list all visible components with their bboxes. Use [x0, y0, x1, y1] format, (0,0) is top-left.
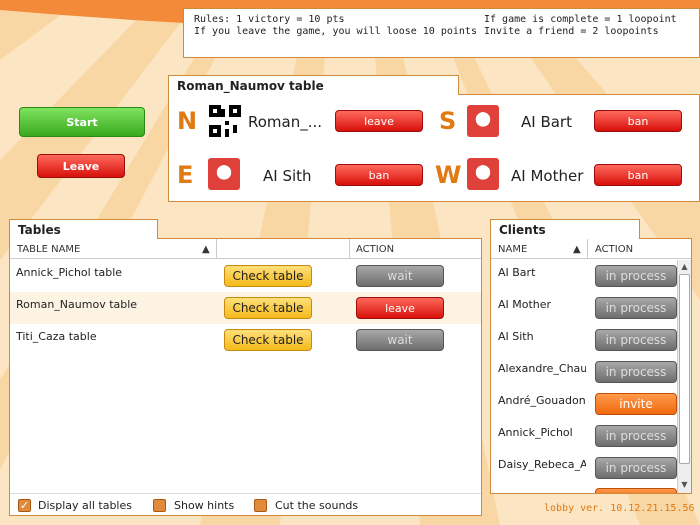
scroll-down-arrow-icon[interactable]: ▼ — [680, 480, 689, 489]
in-process-button[interactable]: in process — [595, 457, 677, 479]
column-divider — [349, 239, 350, 259]
seat-s-ban-button[interactable]: ban — [594, 110, 682, 132]
in-process-button[interactable]: in process — [595, 361, 677, 383]
seat-n-leave-button[interactable]: leave — [335, 110, 423, 132]
clients-scrollbar[interactable]: ▲ ▼ — [677, 260, 691, 493]
check-table-button[interactable]: Check table — [224, 297, 312, 319]
bird-avatar-w — [467, 158, 499, 190]
seat-letter-w: W — [435, 161, 462, 189]
action-column-header: ACTION — [595, 244, 634, 255]
table-row: Annick_Pichol table Check table wait — [10, 260, 481, 292]
bird-avatar-s — [467, 105, 499, 137]
sort-arrow-icon[interactable]: ▲ — [573, 244, 581, 255]
column-divider — [216, 239, 217, 259]
cut-sounds-label: Cut the sounds — [275, 499, 359, 512]
wait-button[interactable]: wait — [356, 329, 444, 351]
clients-header: NAME ▲ ACTION — [491, 239, 691, 259]
seat-e-ban-button[interactable]: ban — [335, 164, 423, 186]
table-name-column-header[interactable]: TABLE NAME — [17, 244, 80, 255]
name-column-header[interactable]: NAME — [498, 244, 527, 255]
current-table-panel: N Roman_... leave S AI Bart ban E AI Sit… — [168, 94, 700, 202]
tables-header: TABLE NAME ▲ ACTION — [10, 239, 481, 259]
client-name: AI Bart — [498, 266, 536, 279]
leave-lobby-button[interactable]: Leave — [37, 154, 125, 178]
wait-button[interactable]: wait — [356, 265, 444, 287]
in-process-button[interactable]: in process — [595, 265, 677, 287]
client-name: Daisy_Rebeca_A — [498, 458, 586, 471]
leave-table-button[interactable]: leave — [356, 297, 444, 319]
show-hints-label: Show hints — [174, 499, 235, 512]
rules-box: Rules: 1 victory = 10 pts If you leave t… — [183, 8, 700, 58]
table-row-name: Roman_Naumov table — [16, 298, 138, 311]
seat-player-w: AI Mother — [511, 167, 584, 185]
seat-letter-e: E — [177, 161, 194, 189]
in-process-button[interactable]: in process — [595, 425, 677, 447]
display-all-tables-label: Display all tables — [38, 499, 132, 512]
tables-title: Tables — [9, 219, 158, 239]
invite-button[interactable]: invite — [595, 393, 677, 415]
table-row: Roman_Naumov table Check table leave — [10, 292, 481, 324]
cut-sounds-checkbox[interactable] — [254, 499, 267, 512]
check-table-button[interactable]: Check table — [224, 265, 312, 287]
client-name: AI Sith — [498, 330, 534, 343]
seat-w-ban-button[interactable]: ban — [594, 164, 682, 186]
qr-code-avatar — [209, 105, 241, 137]
table-row-name: Titi_Caza table — [16, 330, 97, 343]
clients-list: AI Bart in process AI Mother in process … — [491, 260, 677, 493]
client-name: AI Mother — [498, 298, 552, 311]
action-column-header: ACTION — [356, 244, 395, 255]
client-name: Alexandre_Chau — [498, 362, 586, 375]
version-label: lobby ver. 10.12.21.15.56 — [544, 503, 695, 514]
table-row-name: Annick_Pichol table — [16, 266, 123, 279]
seat-player-e: AI Sith — [263, 167, 312, 185]
in-process-button[interactable]: in process — [595, 329, 677, 351]
rules-line-2: If you leave the game, you will loose 10… — [194, 26, 477, 37]
check-table-button[interactable]: Check table — [224, 329, 312, 351]
client-name: André_Gouadon — [498, 394, 586, 407]
sort-arrow-icon[interactable]: ▲ — [202, 244, 210, 255]
seat-player-s: AI Bart — [521, 113, 572, 131]
seat-letter-n: N — [177, 107, 198, 135]
scrollbar-thumb[interactable] — [679, 274, 690, 464]
client-name: Annick_Pichol — [498, 426, 573, 439]
seat-player-n: Roman_... — [248, 113, 323, 131]
seat-letter-s: S — [439, 107, 457, 135]
partial-invite-button[interactable] — [595, 488, 677, 493]
scroll-up-arrow-icon[interactable]: ▲ — [680, 262, 689, 271]
tables-panel: TABLE NAME ▲ ACTION Annick_Pichol table … — [9, 238, 482, 516]
bird-avatar-e — [208, 158, 240, 190]
display-all-tables-checkbox[interactable]: ✓ — [18, 499, 31, 512]
rules-line-4: Invite a friend = 2 loopoints — [484, 26, 659, 37]
show-hints-checkbox[interactable] — [153, 499, 166, 512]
clients-title: Clients — [490, 219, 640, 239]
options-bar: ✓ Display all tables Show hints Cut the … — [10, 493, 481, 515]
start-button[interactable]: Start — [19, 107, 145, 137]
column-divider — [587, 239, 588, 259]
clients-panel: NAME ▲ ACTION AI Bart in process AI Moth… — [490, 238, 692, 494]
table-row: Titi_Caza table Check table wait — [10, 324, 481, 356]
current-table-title: Roman_Naumov table — [168, 75, 459, 95]
in-process-button[interactable]: in process — [595, 297, 677, 319]
